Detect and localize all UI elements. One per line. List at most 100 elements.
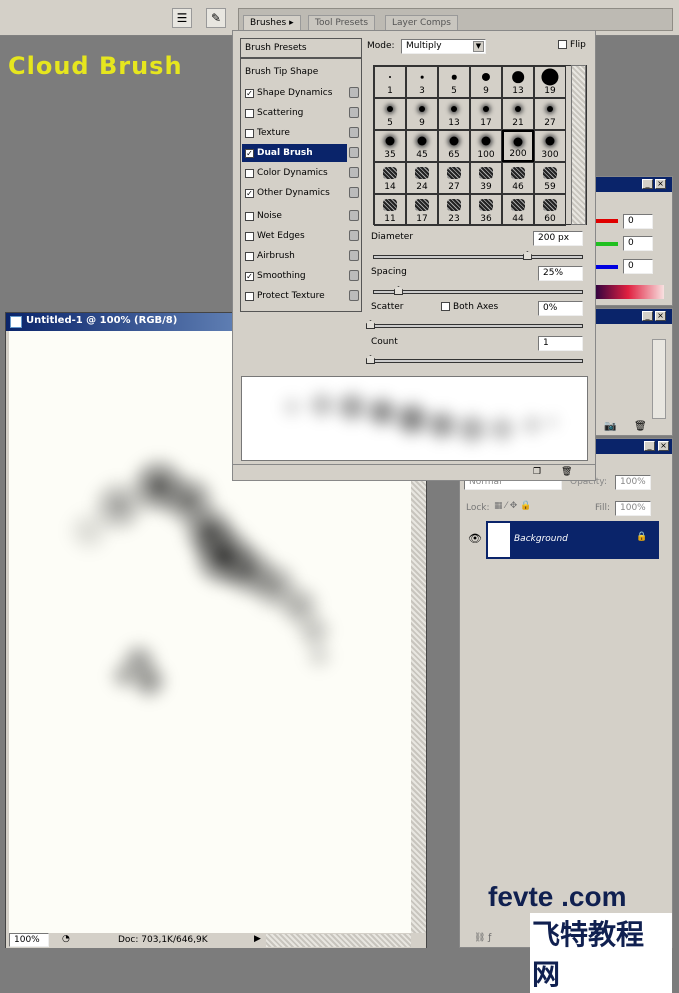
brush-tip[interactable]: 59 <box>534 162 566 194</box>
red-slider[interactable] <box>594 219 618 223</box>
lock-icon[interactable] <box>349 270 359 281</box>
horizontal-scrollbar[interactable] <box>266 934 411 947</box>
close-button[interactable]: × <box>655 311 666 321</box>
slider-thumb[interactable] <box>366 320 375 329</box>
checkbox[interactable]: ✓ <box>245 88 254 98</box>
tip-grid-scrollbar[interactable] <box>571 65 586 225</box>
brush-tip[interactable]: 100 <box>470 130 502 162</box>
checkbox[interactable]: ✓ <box>245 188 254 198</box>
spacing-field[interactable]: 25% <box>538 266 583 281</box>
trash-icon[interactable]: 🗑 <box>561 467 572 477</box>
menu-arrow-icon[interactable]: ▸ <box>289 18 294 28</box>
checkbox[interactable] <box>245 168 254 178</box>
color-ramp[interactable] <box>592 285 664 299</box>
close-button[interactable]: × <box>658 441 669 451</box>
brush-tip[interactable]: 3 <box>406 66 438 98</box>
snapshot-icon[interactable]: 📷 <box>604 421 616 432</box>
brush-tip[interactable]: 300 <box>534 130 566 162</box>
brush-tip[interactable]: 9 <box>406 98 438 130</box>
brush-tip[interactable]: 36 <box>470 194 502 226</box>
diameter-slider[interactable] <box>373 251 583 260</box>
brush-tool-icon[interactable]: ✎ <box>206 8 226 28</box>
blue-field[interactable]: 0 <box>623 259 653 274</box>
diameter-field[interactable]: 200 px <box>533 231 583 246</box>
lock-icon[interactable] <box>349 230 359 241</box>
lock-icon[interactable] <box>349 290 359 301</box>
brush-presets-item[interactable]: Brush Presets <box>241 39 361 59</box>
minimize-button[interactable]: _ <box>642 179 653 189</box>
brush-option-item[interactable]: ✓ Other Dynamics <box>242 184 347 202</box>
lock-icon[interactable] <box>349 107 359 118</box>
brush-tip[interactable]: 11 <box>374 194 406 226</box>
status-menu-icon[interactable]: ◔ <box>62 934 70 944</box>
brush-option-item[interactable]: Airbrush <box>242 247 347 265</box>
new-brush-icon[interactable]: ❐ <box>533 467 541 477</box>
brush-tip[interactable]: 13 <box>502 66 534 98</box>
brush-tip[interactable]: 65 <box>438 130 470 162</box>
brush-option-item[interactable]: ✓ Dual Brush <box>242 144 347 162</box>
slider-thumb[interactable] <box>393 286 403 295</box>
brush-tip[interactable]: 14 <box>374 162 406 194</box>
brush-tip[interactable]: 5 <box>438 66 470 98</box>
minimize-button[interactable]: _ <box>644 441 655 451</box>
checkbox[interactable]: ✓ <box>245 271 254 281</box>
slider-thumb[interactable] <box>366 355 375 364</box>
brush-tip[interactable]: 60 <box>534 194 566 226</box>
green-slider[interactable] <box>594 242 618 246</box>
brush-tip[interactable]: 21 <box>502 98 534 130</box>
palette-menu-icon[interactable]: ☰ <box>172 8 192 28</box>
brush-tip[interactable]: 9 <box>470 66 502 98</box>
lock-icon[interactable] <box>349 187 359 198</box>
brush-tip[interactable]: 27 <box>438 162 470 194</box>
status-arrow-icon[interactable]: ▶ <box>254 934 261 944</box>
slider-thumb[interactable] <box>522 251 532 260</box>
checkbox[interactable] <box>245 211 254 221</box>
close-button[interactable]: × <box>655 179 666 189</box>
lock-icon[interactable] <box>349 127 359 138</box>
checkbox[interactable] <box>245 128 254 138</box>
scatter-field[interactable]: 0% <box>538 301 583 316</box>
brush-tip[interactable]: 19 <box>534 66 566 98</box>
brush-tip[interactable]: 35 <box>374 130 406 162</box>
checkbox[interactable]: ✓ <box>245 148 254 158</box>
zoom-field[interactable]: 100% <box>9 933 49 947</box>
trash-icon[interactable]: 🗑 <box>634 421 647 432</box>
opacity-field[interactable]: 100% <box>615 475 651 490</box>
brush-tip[interactable]: 46 <box>502 162 534 194</box>
brush-tip[interactable]: 27 <box>534 98 566 130</box>
brush-tip[interactable]: 24 <box>406 162 438 194</box>
green-field[interactable]: 0 <box>623 236 653 251</box>
brush-tip[interactable]: 200 <box>502 130 534 162</box>
lock-icon[interactable] <box>349 167 359 178</box>
brush-option-item[interactable]: Texture <box>242 124 347 142</box>
layer-row-background[interactable]: Background 🔒 <box>486 521 659 559</box>
checkbox[interactable] <box>245 251 254 261</box>
brush-tip[interactable]: 5 <box>374 98 406 130</box>
brush-option-item[interactable]: Scattering <box>242 104 347 122</box>
count-slider[interactable] <box>366 355 583 364</box>
checkbox[interactable] <box>245 108 254 118</box>
brush-tip[interactable]: 39 <box>470 162 502 194</box>
blue-slider[interactable] <box>594 265 618 269</box>
minimize-button[interactable]: _ <box>642 311 653 321</box>
lock-icon[interactable] <box>349 250 359 261</box>
lock-icon[interactable] <box>349 147 359 158</box>
history-scrollbar[interactable] <box>652 339 666 419</box>
chevron-down-icon[interactable]: ▼ <box>473 41 484 52</box>
spacing-slider[interactable] <box>373 286 583 295</box>
brush-option-item[interactable]: Wet Edges <box>242 227 347 245</box>
brush-option-item[interactable]: Noise <box>242 207 347 225</box>
lock-icon[interactable] <box>349 87 359 98</box>
tab-brushes[interactable]: Brushes ▸ <box>243 15 301 31</box>
brush-option-item[interactable]: ✓ Smoothing <box>242 267 347 285</box>
brush-tip[interactable]: 44 <box>502 194 534 226</box>
tab-tool-presets[interactable]: Tool Presets <box>308 15 376 31</box>
brush-tip[interactable]: 17 <box>406 194 438 226</box>
brush-tip[interactable]: 23 <box>438 194 470 226</box>
fill-field[interactable]: 100% <box>615 501 651 516</box>
lock-icon[interactable] <box>349 210 359 221</box>
brush-tip[interactable]: 17 <box>470 98 502 130</box>
count-field[interactable]: 1 <box>538 336 583 351</box>
checkbox[interactable] <box>441 302 450 311</box>
visibility-eye-icon[interactable]: 👁 <box>464 521 486 557</box>
